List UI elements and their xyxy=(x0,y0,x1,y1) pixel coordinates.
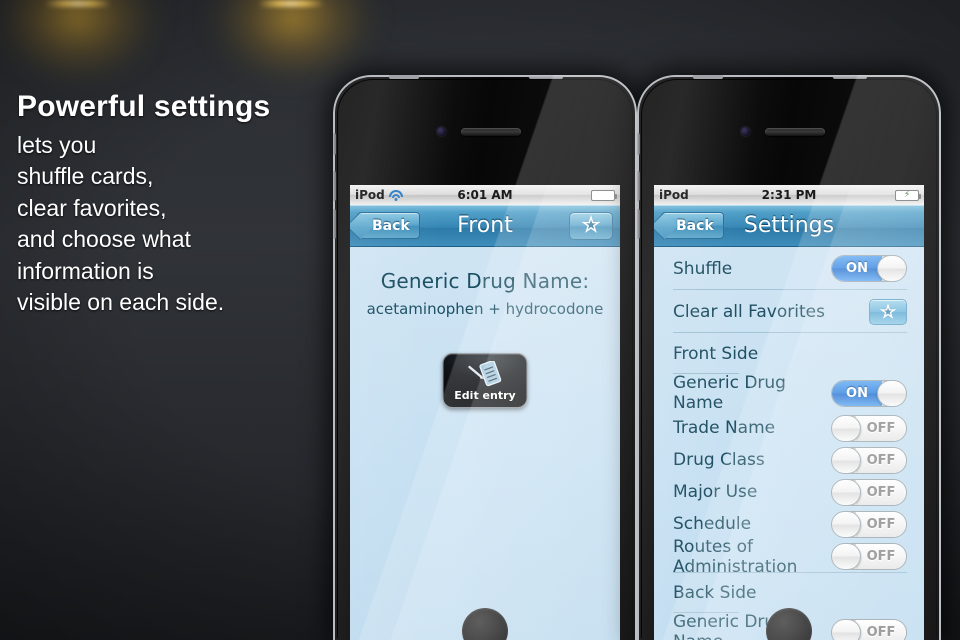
settings-row-shuffle[interactable]: Shuffle ON xyxy=(654,247,924,290)
status-time: 2:31 PM xyxy=(761,188,817,202)
copy-line-4: and choose what xyxy=(17,226,191,253)
field-value: acetaminophen + hydrocodone xyxy=(366,300,604,318)
settings-row-front-major-use[interactable]: Major Use OFF xyxy=(654,476,924,508)
phone-right: iPod 2:31 PM ⚡ Back Settings Shuffle ON … xyxy=(637,75,941,640)
toggle-knob[interactable] xyxy=(832,415,861,441)
shuffle-toggle[interactable]: ON xyxy=(831,255,907,282)
copy-line-3: clear favorites, xyxy=(17,194,167,221)
row-label: Trade Name xyxy=(673,418,776,438)
favorite-button[interactable]: ★ xyxy=(569,211,613,240)
row-label: Routes of Administration xyxy=(673,536,798,577)
volume-up-button[interactable] xyxy=(637,171,640,201)
headline: Powerful settings xyxy=(17,90,271,123)
earpiece-speaker xyxy=(765,128,825,136)
toggle-knob[interactable] xyxy=(832,619,861,640)
screenshot-stage: Powerful settings lets you shuffle cards… xyxy=(0,0,960,640)
marketing-copy: Powerful settings lets you shuffle cards… xyxy=(17,90,337,319)
toggle-knob[interactable] xyxy=(877,256,906,281)
power-button[interactable] xyxy=(529,75,563,79)
row-label: Drug Class xyxy=(673,450,765,470)
row-label: Clear all Favorites xyxy=(673,301,825,322)
glow-core-right xyxy=(258,0,324,7)
section-header-front-side: Front Side xyxy=(654,333,924,374)
earpiece-speaker xyxy=(461,128,521,136)
front-camera-icon xyxy=(741,127,750,136)
clear-favorites-button[interactable]: ★ xyxy=(869,298,907,325)
toggle-knob[interactable] xyxy=(832,511,861,537)
battery-charging-icon: ⚡ xyxy=(895,189,921,201)
bezel-seam-right xyxy=(693,75,723,79)
section-header-back-side: Back Side xyxy=(654,573,924,613)
pencil-note-icon xyxy=(467,361,501,387)
front-generic-drug-name-toggle[interactable]: ON xyxy=(831,379,907,407)
volume-down-button[interactable] xyxy=(637,209,640,239)
lightning-bolt-icon: ⚡ xyxy=(903,190,911,200)
nav-bar-right: Back Settings xyxy=(654,205,924,247)
toggle-state-label: OFF xyxy=(866,452,896,468)
glow-core-left xyxy=(45,0,111,7)
card-content: Generic Drug Name: acetaminophen + hydro… xyxy=(350,247,620,640)
status-right-group: ⚡ xyxy=(895,189,921,201)
toggle-knob[interactable] xyxy=(832,447,861,473)
status-bar-right: iPod 2:31 PM ⚡ xyxy=(654,185,924,205)
volume-up-button[interactable] xyxy=(333,171,336,201)
back-button[interactable]: Back xyxy=(357,212,420,239)
nav-bar-left: Back Front ★ xyxy=(350,205,620,247)
edit-entry-button[interactable]: Edit entry xyxy=(442,353,528,408)
front-schedule-toggle[interactable]: OFF xyxy=(831,510,907,538)
toggle-state-label: ON xyxy=(846,385,868,401)
back-button[interactable]: Back xyxy=(661,212,724,239)
silent-switch[interactable] xyxy=(637,133,640,155)
toggle-knob[interactable] xyxy=(877,380,906,406)
row-label: Major Use xyxy=(673,482,758,502)
row-label: Shuffle xyxy=(673,258,733,279)
toggle-knob[interactable] xyxy=(832,479,861,505)
screen-right: iPod 2:31 PM ⚡ Back Settings Shuffle ON … xyxy=(654,185,924,640)
field-label: Generic Drug Name: xyxy=(380,269,590,293)
front-routes-toggle[interactable]: OFF xyxy=(831,543,907,570)
toggle-state-label: OFF xyxy=(866,624,896,640)
settings-row-front-generic-drug-name[interactable]: Generic Drug Name ON xyxy=(654,373,924,413)
phone-left: iPod 6:01 AM Back Front ★ Generic Drug N… xyxy=(333,75,637,640)
battery-icon xyxy=(591,189,617,201)
section-title: Back Side xyxy=(673,583,757,603)
settings-row-front-trade-name[interactable]: Trade Name OFF xyxy=(654,412,924,444)
power-button[interactable] xyxy=(833,75,867,79)
front-trade-name-toggle[interactable]: OFF xyxy=(831,414,907,442)
copy-line-5: information is xyxy=(17,257,154,284)
section-title: Front Side xyxy=(673,343,759,364)
status-bar-left: iPod 6:01 AM xyxy=(350,185,620,205)
toggle-state-label: OFF xyxy=(866,516,896,532)
front-major-use-toggle[interactable]: OFF xyxy=(831,478,907,506)
screen-left: iPod 6:01 AM Back Front ★ Generic Drug N… xyxy=(350,185,620,640)
toggle-state-label: OFF xyxy=(866,420,896,436)
back-generic-drug-name-toggle[interactable]: OFF xyxy=(831,618,907,640)
bezel-seam-left xyxy=(389,75,419,79)
volume-down-button[interactable] xyxy=(333,209,336,239)
row-label: Schedule xyxy=(673,514,752,534)
copy-line-6: visible on each side. xyxy=(17,289,225,316)
settings-row-front-drug-class[interactable]: Drug Class OFF xyxy=(654,444,924,476)
status-time: 6:01 AM xyxy=(457,188,513,202)
toggle-state-label: OFF xyxy=(866,484,896,500)
row-label: Generic Drug Name xyxy=(673,373,786,413)
settings-list: Shuffle ON Clear all Favorites ★ Front S… xyxy=(654,247,924,640)
settings-row-front-schedule[interactable]: Schedule OFF xyxy=(654,508,924,540)
front-camera-icon xyxy=(437,127,446,136)
status-right-group xyxy=(591,189,617,201)
toggle-state-label: OFF xyxy=(866,549,896,564)
settings-row-clear-favorites[interactable]: Clear all Favorites ★ xyxy=(654,290,924,333)
copy-line-2: shuffle cards, xyxy=(17,163,154,190)
toggle-state-label: ON xyxy=(846,261,868,276)
silent-switch[interactable] xyxy=(333,133,336,155)
settings-row-front-routes-of-administration[interactable]: Routes of Administration OFF xyxy=(654,537,924,577)
star-icon: ★ xyxy=(880,301,896,321)
copy-line-1: lets you xyxy=(17,131,97,158)
front-drug-class-toggle[interactable]: OFF xyxy=(831,446,907,474)
toggle-knob[interactable] xyxy=(832,544,861,569)
star-icon: ★ xyxy=(582,214,600,236)
